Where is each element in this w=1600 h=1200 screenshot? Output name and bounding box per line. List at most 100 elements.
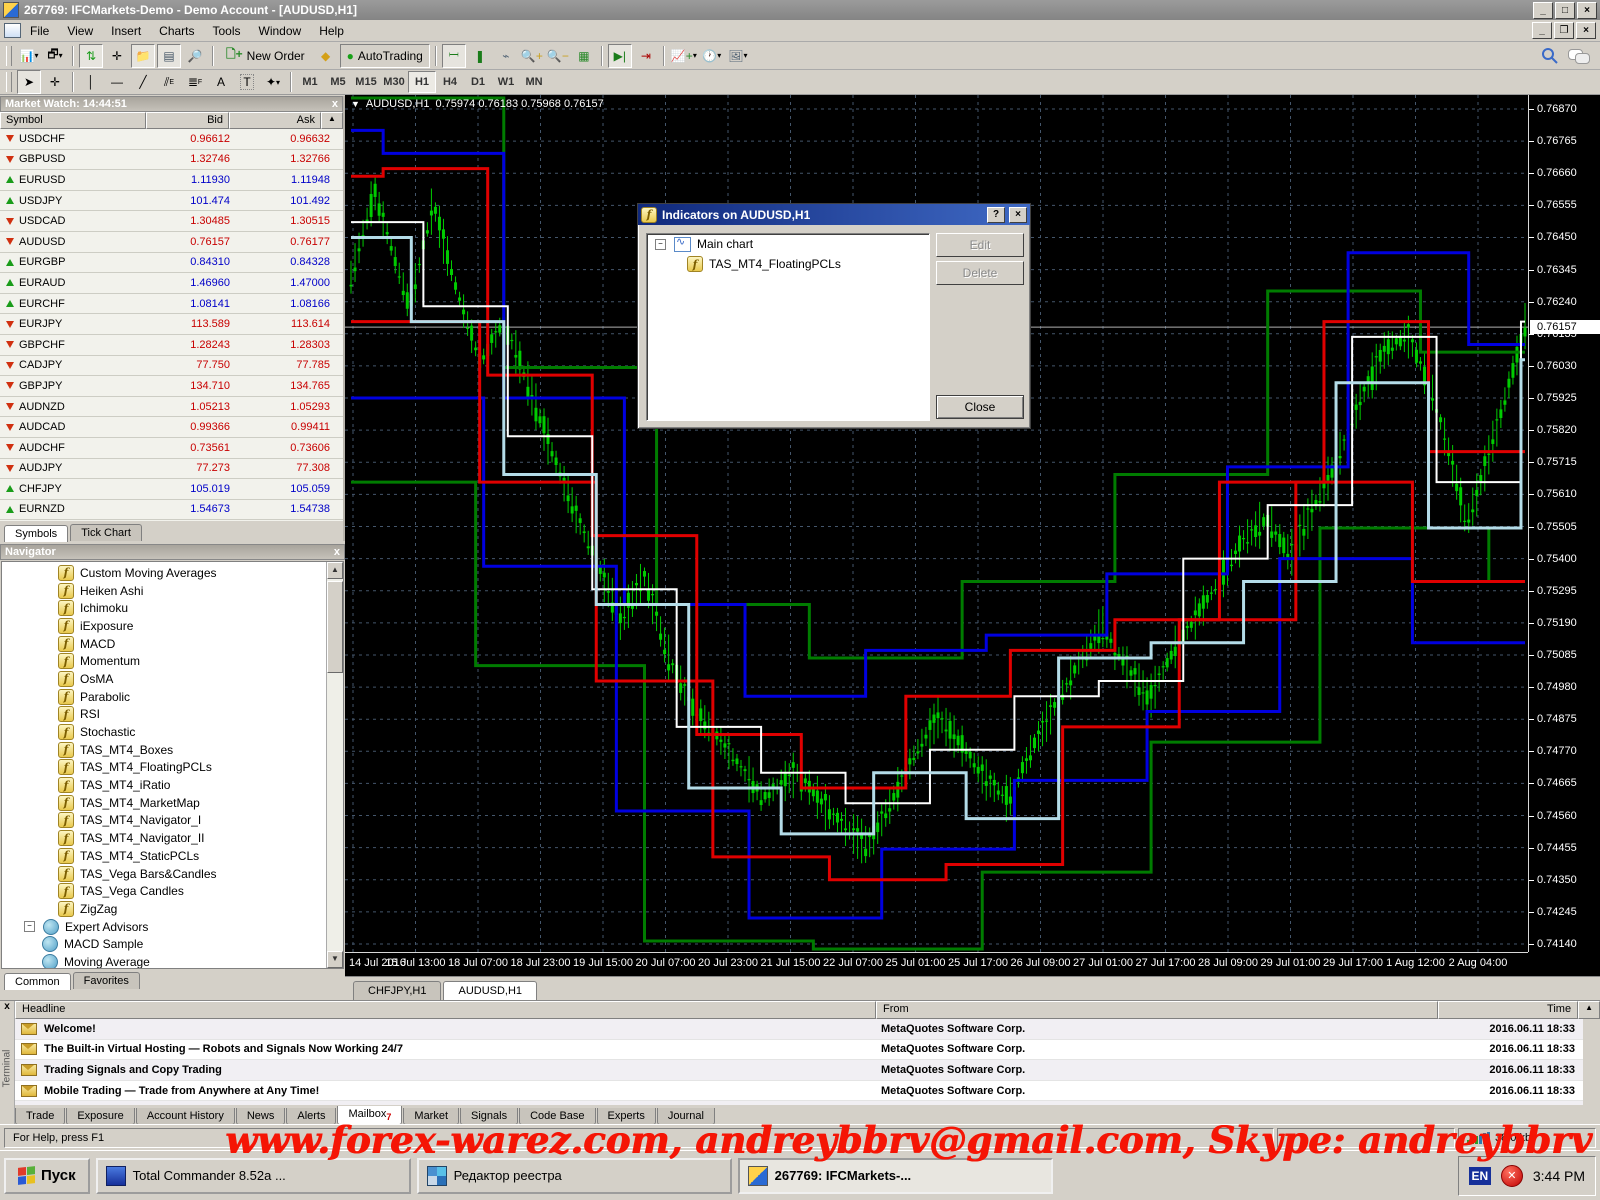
navigator-close-icon[interactable]: x [334, 546, 340, 558]
clock[interactable]: 3:44 PM [1533, 1168, 1585, 1184]
profiles-button[interactable]: 🗗▾ [43, 44, 67, 68]
menu-item-file[interactable]: File [21, 21, 58, 41]
dialog-indicator-tree[interactable]: − Main chart f TAS_MT4_FloatingPCLs [646, 233, 930, 421]
terminal-tab-alerts[interactable]: Alerts [286, 1108, 336, 1125]
menu-item-help[interactable]: Help [310, 21, 353, 41]
maximize-button[interactable]: □ [1555, 2, 1575, 19]
column-symbol[interactable]: Symbol [0, 112, 146, 129]
navigator-item-indicator[interactable]: fRSI [2, 706, 343, 724]
bar-chart-button[interactable]: 𝄩 [442, 44, 466, 68]
terminal-tab-market[interactable]: Market [403, 1108, 459, 1125]
child-close-button[interactable]: × [1576, 22, 1596, 39]
scroll-up-icon[interactable]: ▲ [327, 562, 343, 579]
menu-item-window[interactable]: Window [250, 21, 311, 41]
market-watch-close-icon[interactable]: x [332, 98, 338, 110]
terminal-tab-signals[interactable]: Signals [460, 1108, 518, 1125]
tile-windows-button[interactable]: ▦ [572, 44, 596, 68]
tree-item-main-chart[interactable]: − Main chart [647, 234, 929, 254]
navigator-item-indicator[interactable]: fHeiken Ashi [2, 582, 343, 600]
search-icon[interactable] [1541, 47, 1558, 64]
market-watch-row[interactable]: CADJPY77.75077.785 [0, 356, 343, 377]
column-headline[interactable]: Headline [15, 1001, 876, 1019]
toolbar-grip2[interactable] [6, 72, 12, 92]
chart-shift-button[interactable]: ⇥ [634, 44, 658, 68]
start-button[interactable]: Пуск [4, 1158, 90, 1194]
tab-favorites[interactable]: Favorites [73, 972, 140, 989]
delete-button[interactable]: Delete [936, 261, 1024, 285]
navigator-item-indicator[interactable]: fCustom Moving Averages [2, 564, 343, 582]
navigator-item-indicator[interactable]: fMACD [2, 635, 343, 653]
terminal-tab-code-base[interactable]: Code Base [519, 1108, 595, 1125]
new-order-button[interactable]: 🗋+ New Order [219, 44, 312, 68]
terminal-tab-journal[interactable]: Journal [657, 1108, 715, 1125]
fibonacci-button[interactable]: ≣F [183, 70, 207, 94]
tab-common[interactable]: Common [4, 973, 71, 990]
candlestick-chart-button[interactable]: ❚ [468, 44, 492, 68]
strategy-tester-button[interactable]: 🔎 [183, 44, 207, 68]
navigator-item-indicator[interactable]: fTAS_MT4_StaticPCLs [2, 847, 343, 865]
arrows-button[interactable]: ✦▾ [261, 70, 285, 94]
scroll-up-icon[interactable]: ▲ [1578, 1001, 1600, 1019]
templates-button[interactable]: 🖼▾ [726, 44, 750, 68]
dialog-help-button[interactable]: ? [987, 207, 1005, 223]
market-watch-row[interactable]: EURNZD1.546731.54738 [0, 500, 343, 521]
navigator-item-indicator[interactable]: fiExposure [2, 617, 343, 635]
vertical-line-button[interactable]: │ [79, 70, 103, 94]
autotrading-button[interactable]: ● AutoTrading [340, 44, 430, 68]
child-restore-button[interactable]: ❐ [1554, 22, 1574, 39]
timeframe-w1[interactable]: W1 [492, 71, 520, 93]
scrollbar-thumb[interactable] [327, 581, 343, 673]
market-watch-row[interactable]: EURCAD1.460581.46103 [0, 520, 343, 521]
security-shield-icon[interactable]: ✕ [1501, 1165, 1523, 1187]
cursor-button[interactable]: ➤ [17, 70, 41, 94]
trendline-button[interactable]: ╱ [131, 70, 155, 94]
column-time[interactable]: Time [1438, 1001, 1578, 1019]
collapse-icon[interactable]: − [655, 239, 666, 250]
navigator-item-indicator[interactable]: fParabolic [2, 688, 343, 706]
market-watch-toggle-button[interactable]: ⇅ [79, 44, 103, 68]
menu-item-view[interactable]: View [58, 21, 102, 41]
market-watch-row[interactable]: GBPCHF1.282431.28303 [0, 335, 343, 356]
taskbar-task-0[interactable]: Total Commander 8.52a ... [96, 1158, 411, 1194]
navigator-item-indicator[interactable]: fZigZag [2, 900, 343, 918]
navigator-item-indicator[interactable]: fIchimoku [2, 599, 343, 617]
market-watch-row[interactable]: USDJPY101.474101.492 [0, 191, 343, 212]
market-watch-row[interactable]: EURGBP0.843100.84328 [0, 253, 343, 274]
market-watch-row[interactable]: EURJPY113.589113.614 [0, 314, 343, 335]
timeframe-m5[interactable]: M5 [324, 71, 352, 93]
menu-item-tools[interactable]: Tools [204, 21, 250, 41]
mailbox-row[interactable]: Mobile Trading — Trade from Anywhere at … [15, 1081, 1583, 1102]
market-watch-row[interactable]: AUDUSD0.761570.76177 [0, 232, 343, 253]
data-window-button[interactable]: ✛ [105, 44, 129, 68]
child-minimize-button[interactable]: _ [1532, 22, 1552, 39]
tree-item-indicator[interactable]: f TAS_MT4_FloatingPCLs [647, 254, 929, 274]
navigator-item-indicator[interactable]: fTAS_MT4_Boxes [2, 741, 343, 759]
scroll-up-icon[interactable]: ▲ [321, 112, 343, 129]
zoom-out-button[interactable]: 🔍− [546, 44, 570, 68]
chat-icon[interactable] [1568, 49, 1588, 63]
terminal-tab-news[interactable]: News [236, 1108, 286, 1125]
market-watch-row[interactable]: AUDCHF0.735610.73606 [0, 438, 343, 459]
edit-button[interactable]: Edit [936, 233, 1024, 257]
timeframe-mn[interactable]: MN [520, 71, 548, 93]
chevron-down-icon[interactable]: ▼ [351, 99, 360, 109]
market-watch-row[interactable]: EURCHF1.081411.08166 [0, 294, 343, 315]
text-label-button[interactable]: T [235, 70, 259, 94]
market-watch-row[interactable]: USDCAD1.304851.30515 [0, 211, 343, 232]
timeframe-h4[interactable]: H4 [436, 71, 464, 93]
taskbar-task-1[interactable]: Редактор реестра [417, 1158, 732, 1194]
market-watch-row[interactable]: AUDCAD0.993660.99411 [0, 417, 343, 438]
time-axis[interactable]: 14 Jul 201615 Jul 13:0018 Jul 07:0018 Ju… [345, 952, 1528, 977]
chart-tab-audusd-h1[interactable]: AUDUSD,H1 [443, 981, 537, 1000]
crosshair-button[interactable]: ✛ [43, 70, 67, 94]
market-watch-row[interactable]: USDCHF0.966120.96632 [0, 129, 343, 150]
column-ask[interactable]: Ask [229, 112, 321, 129]
timeframe-m15[interactable]: M15 [352, 71, 380, 93]
navigator-item-indicator[interactable]: fTAS_MT4_Navigator_II [2, 829, 343, 847]
navigator-item-indicator[interactable]: fTAS_MT4_iRatio [2, 776, 343, 794]
navigator-item-expert[interactable]: Moving Average [2, 953, 343, 969]
navigator-item-expert[interactable]: MACD Sample [2, 935, 343, 953]
navigator-item-indicator[interactable]: fTAS_Vega Bars&Candles [2, 865, 343, 883]
channel-button[interactable]: ⫽E [157, 70, 181, 94]
price-axis[interactable]: 0.768700.767650.766600.765550.764500.763… [1528, 95, 1600, 952]
